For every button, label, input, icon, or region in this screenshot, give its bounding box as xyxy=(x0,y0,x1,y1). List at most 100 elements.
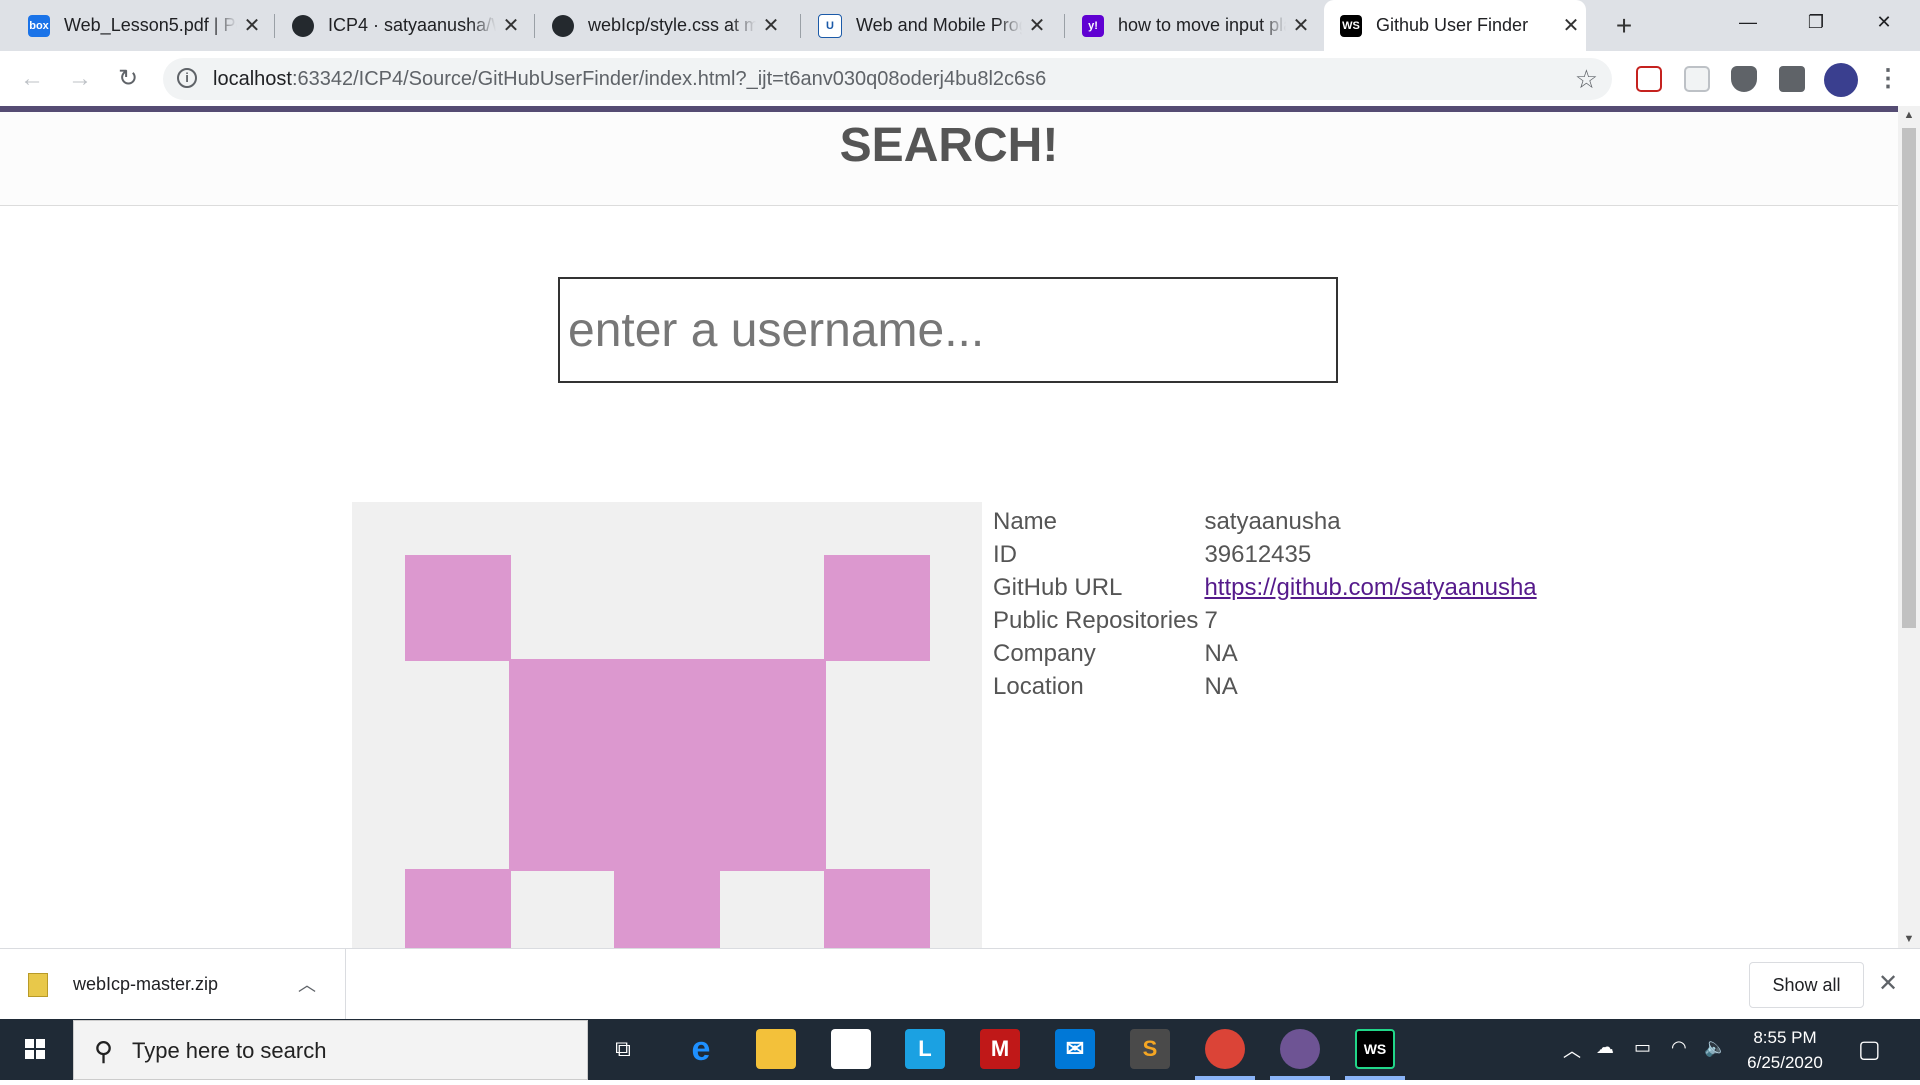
tab-github-user-finder[interactable]: WS Github User Finder ✕ xyxy=(1324,0,1586,51)
sublime-text-icon[interactable]: S xyxy=(1130,1029,1170,1069)
close-tab-icon[interactable]: ✕ xyxy=(237,13,267,38)
taskbar-clock[interactable]: 8:55 PM 6/25/2020 xyxy=(1730,1025,1840,1075)
taskbar-search-placeholder: Type here to search xyxy=(132,1038,327,1063)
tab-webicp-style[interactable]: webIcp/style.css at master ✕ xyxy=(536,0,786,51)
tab-icp4[interactable]: ICP4 · satyaanusha/WebIcp ✕ xyxy=(276,0,526,51)
chevron-up-icon[interactable]: ︿ xyxy=(1563,1037,1581,1063)
close-tab-icon[interactable]: ✕ xyxy=(1022,13,1052,38)
github-desktop-icon[interactable] xyxy=(1280,1029,1320,1069)
detail-value: NA xyxy=(1204,672,1238,700)
detail-value: 39612435 xyxy=(1204,540,1312,568)
detail-row-repos: Public Repositories 7 xyxy=(993,604,1543,637)
tab-yahoo[interactable]: y! how to move input placeholder ✕ xyxy=(1066,0,1316,51)
onedrive-icon[interactable]: ☁ xyxy=(1596,1037,1614,1058)
detail-row-name: Name satyaanusha xyxy=(993,505,1543,538)
avatar-pixel xyxy=(509,659,826,871)
tab-web-lesson5[interactable]: box Web_Lesson5.pdf | Powered by Box ✕ xyxy=(12,0,267,51)
start-button[interactable] xyxy=(0,1019,70,1080)
download-file-name: webIcp-master.zip xyxy=(73,974,219,994)
page-content: SEARCH! Name satyaanusha ID 39612435 Git… xyxy=(0,106,1898,948)
windows-logo-icon xyxy=(25,1039,45,1059)
menu-dots-icon[interactable]: ⋮ xyxy=(1868,59,1908,99)
detail-label: GitHub URL xyxy=(993,573,1123,601)
download-shelf: webIcp-master.zip ︿ Show all ✕ xyxy=(0,948,1920,1020)
extension-icon[interactable] xyxy=(1636,66,1662,92)
store-icon[interactable] xyxy=(831,1029,871,1069)
task-view-icon[interactable]: ⧉ xyxy=(603,1029,643,1069)
scroll-down-icon[interactable]: ▼ xyxy=(1898,930,1920,948)
battery-icon[interactable]: ▭ xyxy=(1634,1037,1651,1058)
detail-value: NA xyxy=(1204,639,1238,667)
forward-arrow-icon[interactable]: → xyxy=(60,59,100,99)
l-app-icon[interactable]: L xyxy=(905,1029,945,1069)
bookmark-star-icon[interactable]: ☆ xyxy=(1575,64,1598,95)
chevron-up-icon[interactable]: ︿ xyxy=(298,971,316,997)
url-text[interactable]: localhost:63342/ICP4/Source/GitHubUserFi… xyxy=(213,68,1046,91)
detail-label: Public Repositories xyxy=(993,606,1199,634)
yahoo-icon: y! xyxy=(1082,14,1104,37)
github-profile-link[interactable]: https://github.com/satyaanusha xyxy=(1204,574,1536,601)
scrollbar-thumb[interactable] xyxy=(1902,128,1916,628)
taskbar-search-box[interactable]: ⚲ Type here to search xyxy=(73,1020,588,1080)
user-details: Name satyaanusha ID 39612435 GitHub URL … xyxy=(993,505,1543,703)
new-tab-button[interactable]: + xyxy=(1604,6,1644,46)
detail-value: satyaanusha xyxy=(1204,507,1341,535)
tab-title: webIcp/style.css at master xyxy=(588,15,756,35)
tab-separator xyxy=(534,14,535,38)
tab-title: how to move input placeholder xyxy=(1118,15,1286,35)
edge-icon[interactable]: e xyxy=(681,1029,721,1069)
puzzle-icon[interactable] xyxy=(1779,66,1805,92)
close-tab-icon[interactable]: ✕ xyxy=(1286,13,1316,38)
mail-icon[interactable]: ✉ xyxy=(1055,1029,1095,1069)
info-icon[interactable]: i xyxy=(177,68,197,88)
chrome-icon[interactable] xyxy=(1205,1029,1245,1069)
file-explorer-icon[interactable] xyxy=(756,1029,796,1069)
mcafee-icon[interactable]: M xyxy=(980,1029,1020,1069)
scroll-up-icon[interactable]: ▲ xyxy=(1898,106,1920,124)
close-window-icon[interactable]: ✕ xyxy=(1850,0,1918,44)
tab-separator xyxy=(274,14,275,38)
detail-row-company: Company NA xyxy=(993,637,1543,670)
avatar-pixel xyxy=(824,869,930,948)
notification-icon[interactable]: ▢ xyxy=(1858,1035,1881,1064)
tab-separator xyxy=(1064,14,1065,38)
close-tab-icon[interactable]: ✕ xyxy=(1556,13,1586,38)
webstorm-icon[interactable]: WS xyxy=(1355,1029,1395,1069)
github-icon xyxy=(292,14,314,37)
minimize-icon[interactable]: — xyxy=(1714,0,1782,44)
vertical-scrollbar[interactable]: ▲ ▼ xyxy=(1898,106,1920,948)
box-icon: box xyxy=(28,14,50,37)
webstorm-icon: WS xyxy=(1340,14,1362,37)
tab-title: Github User Finder xyxy=(1376,15,1529,35)
page-title: SEARCH! xyxy=(839,119,1059,172)
avatar-pixel xyxy=(405,869,511,948)
volume-icon[interactable]: 🔈 xyxy=(1704,1037,1726,1058)
username-search-input[interactable] xyxy=(558,277,1338,383)
profile-avatar[interactable] xyxy=(1824,63,1858,97)
search-icon: ⚲ xyxy=(94,1036,114,1066)
address-bar[interactable]: i localhost:63342/ICP4/Source/GitHubUser… xyxy=(163,58,1612,100)
show-all-button[interactable]: Show all xyxy=(1749,962,1864,1008)
shield-icon[interactable] xyxy=(1731,66,1757,92)
github-icon xyxy=(552,14,574,37)
tab-strip: box Web_Lesson5.pdf | Powered by Box ✕ I… xyxy=(0,0,1920,51)
close-tab-icon[interactable]: ✕ xyxy=(756,13,786,38)
detail-label: Location xyxy=(993,672,1084,700)
detail-label: Name xyxy=(993,507,1058,535)
back-arrow-icon[interactable]: ← xyxy=(12,59,52,99)
umkc-icon: U xyxy=(818,13,842,38)
detail-label: Company xyxy=(993,639,1096,667)
reload-icon[interactable]: ↻ xyxy=(108,59,148,99)
url-host: localhost xyxy=(213,68,292,90)
clock-time: 8:55 PM xyxy=(1753,1028,1817,1047)
close-icon[interactable]: ✕ xyxy=(1878,969,1898,998)
tab-title: Web and Mobile Programming xyxy=(856,15,1022,35)
active-app-indicator xyxy=(1345,1076,1405,1080)
close-tab-icon[interactable]: ✕ xyxy=(496,13,526,38)
clock-date: 6/25/2020 xyxy=(1747,1053,1823,1072)
extension-icon[interactable] xyxy=(1684,66,1710,92)
restore-icon[interactable]: ❐ xyxy=(1782,0,1850,44)
download-item[interactable]: webIcp-master.zip ︿ xyxy=(0,949,346,1020)
tab-web-mobile[interactable]: U Web and Mobile Programming ✕ xyxy=(802,0,1052,51)
wifi-icon[interactable]: ◠ xyxy=(1671,1037,1687,1058)
